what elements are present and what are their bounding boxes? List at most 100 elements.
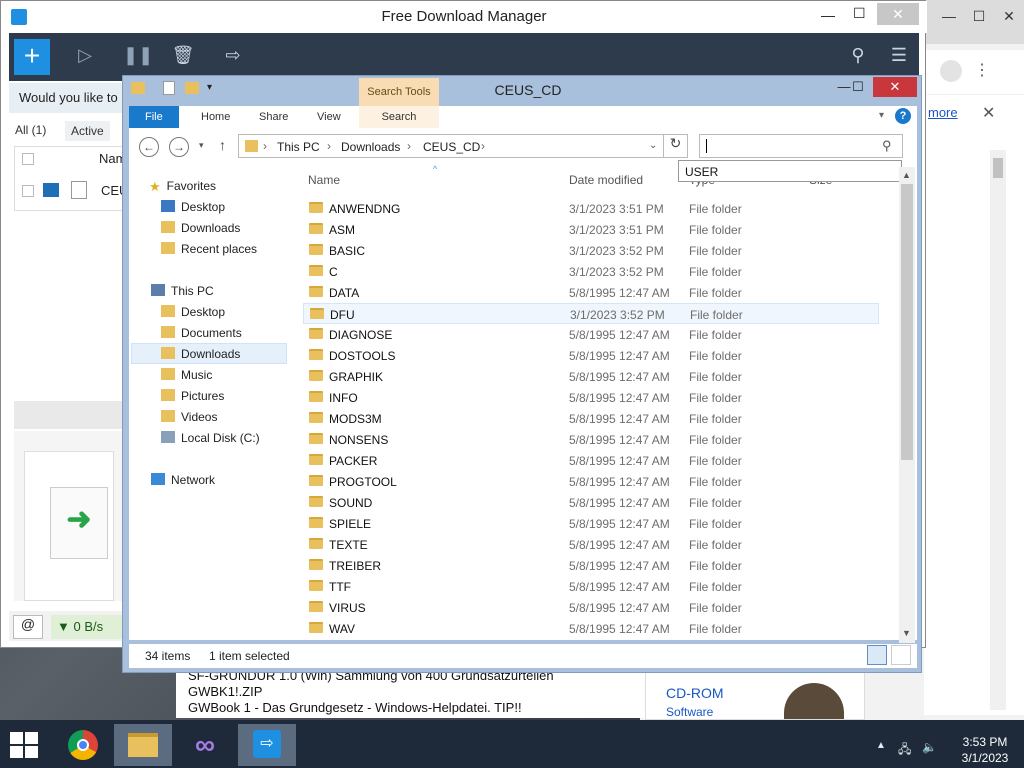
file-row[interactable]: SPIELE 5/8/1995 12:47 AM File folder <box>303 513 879 534</box>
pause-icon[interactable]: ❚❚ <box>123 45 153 69</box>
snail-speed-icon[interactable]: @ <box>13 615 43 639</box>
select-all-checkbox[interactable] <box>22 153 34 165</box>
item-checkbox[interactable] <box>22 185 34 197</box>
web-line-2[interactable]: GWBK1!.ZIP <box>176 684 646 700</box>
taskbar-chrome[interactable] <box>54 724 112 766</box>
file-row[interactable]: PROGTOOL 5/8/1995 12:47 AM File folder <box>303 471 879 492</box>
file-row[interactable]: C 3/1/2023 3:52 PM File folder <box>303 261 879 282</box>
web-side-title[interactable]: CD-ROM <box>666 685 724 701</box>
tab-home[interactable]: Home <box>191 106 240 128</box>
fdm-search-icon[interactable]: ⚲ <box>846 45 870 69</box>
chrome-close-icon[interactable]: ✕ <box>996 8 1022 32</box>
search-suggestion[interactable]: USER <box>678 160 902 182</box>
open-folder-icon[interactable]: ⇨ <box>221 45 245 69</box>
explorer-close-icon[interactable]: ✕ <box>873 77 917 97</box>
nav-pc-music[interactable]: Music <box>161 365 212 386</box>
file-row[interactable]: ANWENDNG 3/1/2023 3:51 PM File folder <box>303 198 879 219</box>
clock[interactable]: 3:53 PM 3/1/2023 <box>950 734 1020 766</box>
chrome-maximize-icon[interactable]: ☐ <box>966 8 992 32</box>
nav-network[interactable]: Network <box>151 470 215 491</box>
taskbar-visual-studio[interactable]: ∞ <box>176 724 234 766</box>
fdm-close-icon[interactable]: ✕ <box>877 3 919 25</box>
nav-pc-pictures[interactable]: Pictures <box>161 386 224 407</box>
tab-share[interactable]: Share <box>249 106 298 128</box>
file-row[interactable]: DATA 5/8/1995 12:47 AM File folder <box>303 282 879 303</box>
tray-expand-icon[interactable]: ▲ <box>876 740 886 751</box>
file-row[interactable]: BASIC 3/1/2023 3:52 PM File folder <box>303 240 879 261</box>
tab-view[interactable]: View <box>307 106 351 128</box>
properties-icon[interactable] <box>163 81 175 95</box>
breadcrumb-downloads[interactable]: Downloads <box>341 140 400 154</box>
web-side-sub[interactable]: Software <box>666 705 713 719</box>
taskbar-file-explorer[interactable] <box>114 724 172 766</box>
recent-locations-icon[interactable]: ▾ <box>199 140 204 151</box>
network-tray-icon[interactable]: 🖧 <box>898 740 911 761</box>
dismiss-close-icon[interactable]: ✕ <box>982 103 995 123</box>
add-download-button[interactable]: + <box>14 39 50 75</box>
scroll-down-icon[interactable]: ▼ <box>902 628 911 638</box>
more-link[interactable]: more <box>928 105 958 120</box>
fdm-minimize-icon[interactable]: — <box>821 7 835 23</box>
filter-all[interactable]: All (1) <box>15 123 46 137</box>
column-date-modified[interactable]: Date modified <box>569 173 643 187</box>
fdm-menu-icon[interactable]: ☰ <box>887 45 911 69</box>
column-name[interactable]: Name <box>308 173 340 187</box>
file-row[interactable]: MODS3M 5/8/1995 12:47 AM File folder <box>303 408 879 429</box>
chrome-scrollbar[interactable] <box>990 150 1006 710</box>
scroll-up-icon[interactable]: ▲ <box>902 170 911 180</box>
file-row[interactable]: PACKER 5/8/1995 12:47 AM File folder <box>303 450 879 471</box>
nav-fav-desktop[interactable]: Desktop <box>161 197 225 218</box>
nav-recent-places[interactable]: Recent places <box>161 239 257 260</box>
nav-pc-downloads[interactable]: Downloads <box>161 344 240 365</box>
resume-icon[interactable]: ▷ <box>73 45 97 69</box>
explorer-maximize-icon[interactable]: ☐ <box>843 77 873 97</box>
search-icon[interactable]: ⚲ <box>882 138 892 154</box>
address-dropdown-icon[interactable]: ⌄ <box>649 140 657 151</box>
file-row[interactable]: DFU 3/1/2023 3:52 PM File folder <box>303 303 879 324</box>
nav-pc-desktop[interactable]: Desktop <box>161 302 225 323</box>
ribbon-expand-icon[interactable]: ▾ <box>879 110 884 121</box>
volume-icon[interactable]: 🔈 <box>922 740 937 754</box>
new-folder-icon[interactable] <box>185 82 199 94</box>
up-icon[interactable]: ↑ <box>219 137 226 153</box>
nav-this-pc[interactable]: This PC <box>151 281 214 302</box>
file-row[interactable]: VIRUS 5/8/1995 12:47 AM File folder <box>303 597 879 618</box>
large-icons-view-icon[interactable] <box>891 645 911 665</box>
chrome-menu-icon[interactable]: ⋮ <box>974 60 990 80</box>
refresh-icon[interactable]: ↻ <box>664 134 688 158</box>
file-row[interactable]: GRAPHIK 5/8/1995 12:47 AM File folder <box>303 366 879 387</box>
fdm-maximize-icon[interactable]: ☐ <box>853 5 866 22</box>
breadcrumb-this-pc[interactable]: This PC <box>277 140 320 154</box>
chrome-minimize-icon[interactable]: — <box>936 8 962 32</box>
start-windows-icon[interactable] <box>10 732 38 758</box>
tab-file[interactable]: File <box>129 106 179 128</box>
search-input[interactable]: ⚲ <box>699 134 903 158</box>
nav-pc-videos[interactable]: Videos <box>161 407 217 428</box>
address-bar[interactable]: › This PC › Downloads › CEUS_CD › ⌄ <box>238 134 664 158</box>
file-list-scroll-thumb[interactable] <box>901 184 913 460</box>
file-row[interactable]: TREIBER 5/8/1995 12:47 AM File folder <box>303 555 879 576</box>
filter-active[interactable]: Active <box>65 121 110 141</box>
nav-pc-documents[interactable]: Documents <box>161 323 242 344</box>
file-row[interactable]: TTF 5/8/1995 12:47 AM File folder <box>303 576 879 597</box>
nav-local-disk[interactable]: Local Disk (C:) <box>161 428 260 449</box>
qat-dropdown-icon[interactable]: ▾ <box>207 82 212 93</box>
tab-search[interactable]: Search <box>359 106 439 128</box>
help-icon[interactable]: ? <box>895 108 911 124</box>
nav-favorites[interactable]: ★ Favorites <box>149 176 216 197</box>
chrome-scroll-thumb[interactable] <box>993 158 1003 178</box>
file-row[interactable]: ASM 3/1/2023 3:51 PM File folder <box>303 219 879 240</box>
file-row[interactable]: TEXTE 5/8/1995 12:47 AM File folder <box>303 534 879 555</box>
details-view-icon[interactable] <box>867 645 887 665</box>
profile-icon[interactable] <box>940 60 962 82</box>
file-row[interactable]: NONSENS 5/8/1995 12:47 AM File folder <box>303 429 879 450</box>
taskbar-fdm[interactable]: ⇨ <box>238 724 296 766</box>
back-icon[interactable]: ← <box>139 137 159 157</box>
forward-icon[interactable]: → <box>169 137 189 157</box>
nav-fav-downloads[interactable]: Downloads <box>161 218 240 239</box>
breadcrumb-ceus-cd[interactable]: CEUS_CD <box>423 140 480 154</box>
file-row[interactable]: WAV 5/8/1995 12:47 AM File folder <box>303 618 879 639</box>
file-row[interactable]: INFO 5/8/1995 12:47 AM File folder <box>303 387 879 408</box>
file-row[interactable]: SOUND 5/8/1995 12:47 AM File folder <box>303 492 879 513</box>
delete-icon[interactable]: 🗑 <box>171 45 195 69</box>
